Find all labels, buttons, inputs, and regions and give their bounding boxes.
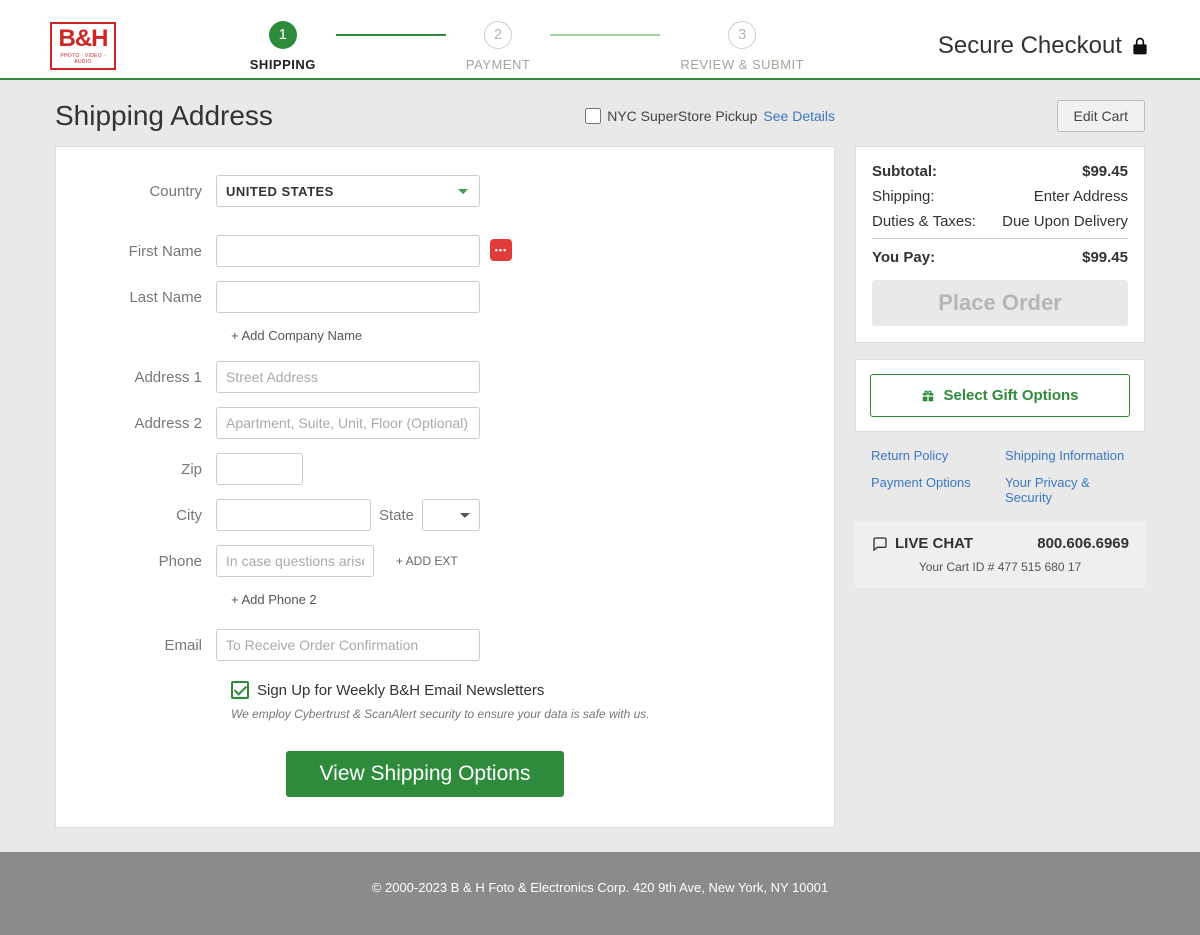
youpay-value: $99.45 bbox=[1082, 249, 1128, 266]
zip-label: Zip bbox=[76, 461, 216, 478]
email-input[interactable] bbox=[216, 629, 480, 661]
address1-label: Address 1 bbox=[76, 369, 216, 386]
last-name-label: Last Name bbox=[76, 289, 216, 306]
summary-divider bbox=[872, 238, 1128, 239]
cart-id: Your Cart ID # 477 515 680 17 bbox=[871, 560, 1129, 574]
email-label: Email bbox=[76, 637, 216, 654]
subtotal-label: Subtotal: bbox=[872, 163, 937, 180]
shipping-form-column: Shipping Address NYC SuperStore Pickup S… bbox=[55, 100, 835, 828]
secure-checkout: Secure Checkout bbox=[938, 32, 1150, 60]
bh-logo[interactable]: B&H PHOTO · VIDEO · AUDIO bbox=[50, 22, 116, 70]
city-label: City bbox=[76, 507, 216, 524]
step-review: 3 REVIEW & SUBMIT bbox=[680, 21, 804, 72]
edit-cart-button[interactable]: Edit Cart bbox=[1057, 100, 1145, 132]
checkout-stepper: 1 SHIPPING 2 PAYMENT 3 REVIEW & SUBMIT bbox=[250, 21, 804, 72]
contact-phone: 800.606.6969 bbox=[1037, 535, 1129, 552]
lock-icon bbox=[1130, 35, 1150, 57]
secure-text: Secure Checkout bbox=[938, 32, 1122, 60]
first-name-input[interactable] bbox=[216, 235, 480, 267]
phone-input[interactable] bbox=[216, 545, 374, 577]
step-label-1: SHIPPING bbox=[250, 57, 316, 72]
add-phone2-link[interactable]: + Add Phone 2 bbox=[231, 592, 317, 607]
last-name-input[interactable] bbox=[216, 281, 480, 313]
header: B&H PHOTO · VIDEO · AUDIO 1 SHIPPING 2 P… bbox=[0, 0, 1200, 80]
gift-options-card: Select Gift Options bbox=[855, 359, 1145, 432]
nyc-pickup-label: NYC SuperStore Pickup bbox=[607, 108, 757, 124]
security-disclaimer: We employ Cybertrust & ScanAlert securit… bbox=[231, 707, 774, 721]
add-ext-link[interactable]: + ADD EXT bbox=[396, 554, 458, 568]
view-shipping-options-button[interactable]: View Shipping Options bbox=[286, 751, 565, 797]
zip-input[interactable] bbox=[216, 453, 303, 485]
address2-label: Address 2 bbox=[76, 415, 216, 432]
step-shipping: 1 SHIPPING bbox=[250, 21, 316, 72]
first-name-label: First Name bbox=[76, 243, 216, 260]
step-connector-1 bbox=[336, 34, 446, 36]
country-label: Country bbox=[76, 183, 216, 200]
youpay-label: You Pay: bbox=[872, 249, 935, 266]
step-circle-3: 3 bbox=[728, 21, 756, 49]
shipping-form-card: Country UNITED STATES First Name ••• Las… bbox=[55, 146, 835, 828]
logo-tag: PHOTO · VIDEO · AUDIO bbox=[52, 53, 114, 65]
help-links: Return Policy Shipping Information Payme… bbox=[855, 432, 1145, 521]
select-gift-options-button[interactable]: Select Gift Options bbox=[870, 374, 1130, 417]
footer-text: © 2000-2023 B & H Foto & Electronics Cor… bbox=[372, 880, 828, 895]
step-connector-2 bbox=[550, 34, 660, 36]
step-circle-1: 1 bbox=[269, 21, 297, 49]
duties-value: Due Upon Delivery bbox=[1002, 213, 1128, 230]
logo-main: B&H bbox=[59, 27, 108, 51]
validation-error-icon: ••• bbox=[490, 239, 512, 261]
privacy-link[interactable]: Your Privacy & Security bbox=[1005, 475, 1129, 505]
see-details-link[interactable]: See Details bbox=[763, 108, 835, 124]
newsletter-row[interactable]: Sign Up for Weekly B&H Email Newsletters bbox=[231, 681, 774, 699]
newsletter-label: Sign Up for Weekly B&H Email Newsletters bbox=[257, 682, 544, 699]
nyc-pickup-checkbox[interactable] bbox=[585, 108, 601, 124]
shipping-label: Shipping: bbox=[872, 188, 935, 205]
address2-input[interactable] bbox=[216, 407, 480, 439]
city-input[interactable] bbox=[216, 499, 371, 531]
order-summary-column: Edit Cart Subtotal: $99.45 Shipping: Ent… bbox=[855, 100, 1145, 588]
nyc-pickup-row: NYC SuperStore Pickup See Details bbox=[585, 108, 835, 124]
country-select[interactable]: UNITED STATES bbox=[216, 175, 480, 207]
step-label-3: REVIEW & SUBMIT bbox=[680, 57, 804, 72]
contact-box: LIVE CHAT 800.606.6969 Your Cart ID # 47… bbox=[855, 521, 1145, 588]
newsletter-checkbox[interactable] bbox=[231, 681, 249, 699]
live-chat-link[interactable]: LIVE CHAT bbox=[871, 535, 973, 552]
step-payment: 2 PAYMENT bbox=[466, 21, 530, 72]
add-company-link[interactable]: + Add Company Name bbox=[231, 328, 362, 343]
footer: © 2000-2023 B & H Foto & Electronics Cor… bbox=[0, 852, 1200, 935]
state-select[interactable] bbox=[422, 499, 480, 531]
duties-label: Duties & Taxes: bbox=[872, 213, 976, 230]
subtotal-value: $99.45 bbox=[1082, 163, 1128, 180]
order-summary-card: Subtotal: $99.45 Shipping: Enter Address… bbox=[855, 146, 1145, 343]
address1-input[interactable] bbox=[216, 361, 480, 393]
step-circle-2: 2 bbox=[484, 21, 512, 49]
return-policy-link[interactable]: Return Policy bbox=[871, 448, 995, 463]
page-title: Shipping Address bbox=[55, 100, 273, 132]
shipping-value: Enter Address bbox=[1034, 188, 1128, 205]
shipping-info-link[interactable]: Shipping Information bbox=[1005, 448, 1129, 463]
phone-label: Phone bbox=[76, 553, 216, 570]
chat-icon bbox=[871, 536, 889, 552]
gift-icon bbox=[921, 389, 935, 403]
gift-button-label: Select Gift Options bbox=[943, 387, 1078, 404]
state-label: State bbox=[379, 507, 414, 524]
payment-options-link[interactable]: Payment Options bbox=[871, 475, 995, 505]
step-label-2: PAYMENT bbox=[466, 57, 530, 72]
place-order-button[interactable]: Place Order bbox=[872, 280, 1128, 326]
live-chat-label: LIVE CHAT bbox=[895, 535, 973, 552]
page-body: Shipping Address NYC SuperStore Pickup S… bbox=[0, 80, 1200, 935]
